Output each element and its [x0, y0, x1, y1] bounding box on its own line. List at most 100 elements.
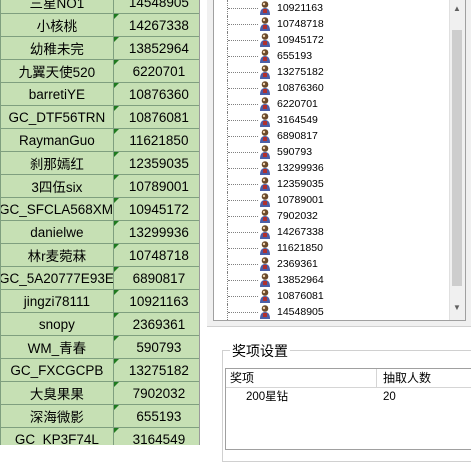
cell-nickname[interactable]: 九翼天使520 — [0, 59, 114, 83]
cell-nickname[interactable]: 大臭果果 — [0, 381, 114, 405]
tree-line — [228, 200, 258, 201]
tree-scrollbar[interactable]: ▲ ▼ — [449, 0, 465, 320]
cell-nickname[interactable]: 刹那嫣红 — [0, 151, 114, 175]
cell-user-id[interactable]: 3164549 — [112, 427, 205, 445]
cell-nickname[interactable]: WM_青春 — [0, 335, 114, 359]
participant-tree[interactable]: 10921163 10748718 10945172 655193 13275182 10… — [213, 0, 466, 321]
cell-nickname[interactable]: RaymanGuo — [0, 128, 114, 152]
cell-nickname[interactable]: 深海微影 — [0, 404, 114, 428]
table-row: danielwe 13299936 — [0, 220, 205, 244]
tree-node-label: 12359035 — [277, 178, 324, 190]
cell-user-id[interactable]: 10876081 — [112, 105, 205, 129]
tree-line — [228, 248, 258, 249]
tree-node[interactable]: 12359035 — [214, 176, 450, 192]
tree-line — [228, 152, 258, 153]
cell-user-id[interactable]: 11621850 — [112, 128, 205, 152]
user-avatar-icon — [257, 128, 273, 144]
cell-nickname[interactable]: GC_DTF56TRN — [0, 105, 114, 129]
tree-line — [228, 24, 258, 25]
tree-line — [228, 104, 258, 105]
cell-nickname[interactable]: GC_5A20777E93E — [0, 266, 114, 290]
scroll-thumb[interactable] — [452, 30, 462, 286]
cell-nickname[interactable]: GC_SFCLA568XM — [0, 197, 114, 221]
cell-user-id[interactable]: 2369361 — [112, 312, 205, 336]
sheet-splitter[interactable] — [199, 0, 205, 445]
tree-node-label: 11621850 — [277, 242, 323, 254]
tree-line — [228, 312, 258, 313]
tree-node[interactable]: 10789001 — [214, 192, 450, 208]
user-avatar-icon — [257, 96, 273, 112]
cell-nickname[interactable]: snopy — [0, 312, 114, 336]
tree-node[interactable]: 7902032 — [214, 208, 450, 224]
tree-node[interactable]: 10945172 — [214, 32, 450, 48]
cell-user-id[interactable]: 7902032 — [112, 381, 205, 405]
cell-user-id[interactable]: 655193 — [112, 404, 205, 428]
tree-node[interactable]: 13852964 — [214, 272, 450, 288]
tree-node[interactable]: 10921163 — [214, 0, 450, 16]
cell-user-id[interactable]: 6890817 — [112, 266, 205, 290]
cell-user-id[interactable]: 13852964 — [112, 36, 205, 60]
tree-node[interactable]: 14267338 — [214, 224, 450, 240]
table-row: 刹那嫣红 12359035 — [0, 151, 205, 175]
prize-row-count[interactable]: 20 — [383, 389, 396, 405]
tree-line — [228, 72, 258, 73]
cell-user-id[interactable]: 10921163 — [112, 289, 205, 313]
column-header-prize[interactable]: 奖项 — [230, 369, 375, 387]
tree-node[interactable]: 3164549 — [214, 112, 450, 128]
cell-user-id[interactable]: 10748718 — [112, 243, 205, 267]
cell-user-id[interactable]: 10876360 — [112, 82, 205, 106]
tree-node[interactable]: 10876081 — [214, 288, 450, 304]
tree-node[interactable]: 10876360 — [214, 80, 450, 96]
prize-row-name[interactable]: 200星钻 — [246, 389, 288, 405]
member-sheet[interactable]: 三星NO1 14548905 小核桃 14267338 幼稚未完 13852964 九翼天使… — [0, 0, 205, 445]
prize-list[interactable]: 奖项 抽取人数 200星钻 20 — [225, 368, 471, 450]
cell-user-id[interactable]: 13275182 — [112, 358, 205, 382]
scroll-up-arrow-icon[interactable]: ▲ — [453, 4, 461, 13]
user-avatar-icon — [257, 80, 273, 96]
tree-node-label: 13299936 — [277, 162, 324, 174]
tree-node[interactable]: 10748718 — [214, 16, 450, 32]
tree-line — [228, 40, 258, 41]
cell-user-id[interactable]: 14267338 — [112, 13, 205, 37]
tree-line — [228, 136, 258, 137]
column-header-draw-count[interactable]: 抽取人数 — [383, 369, 471, 387]
cell-nickname[interactable]: 幼稚未完 — [0, 36, 114, 60]
cell-user-id[interactable]: 10945172 — [112, 197, 205, 221]
cell-user-id[interactable]: 590793 — [112, 335, 205, 359]
user-avatar-icon — [257, 16, 273, 32]
cell-nickname[interactable]: 3四伍six — [0, 174, 114, 198]
tree-node[interactable]: 6220701 — [214, 96, 450, 112]
cell-nickname[interactable]: GC_FXCGCPB — [0, 358, 114, 382]
table-row: snopy 2369361 — [0, 312, 205, 336]
tree-node[interactable]: 11621850 — [214, 240, 450, 256]
cell-nickname[interactable]: GC_KP3F74L — [0, 427, 114, 445]
cell-nickname[interactable]: danielwe — [0, 220, 114, 244]
cell-user-id[interactable]: 13299936 — [112, 220, 205, 244]
cell-user-id[interactable]: 12359035 — [112, 151, 205, 175]
tree-node-label: 2369361 — [277, 258, 318, 270]
tree-line — [228, 56, 258, 57]
tree-node[interactable]: 6890817 — [214, 128, 450, 144]
scroll-down-arrow-icon[interactable]: ▼ — [453, 303, 461, 312]
tree-node[interactable]: 13275182 — [214, 64, 450, 80]
tree-node[interactable]: 13299936 — [214, 160, 450, 176]
cell-nickname[interactable]: 小核桃 — [0, 13, 114, 37]
tree-node-label: 10876360 — [277, 82, 324, 94]
user-avatar-icon — [257, 32, 273, 48]
cell-nickname[interactable]: 三星NO1 — [0, 0, 114, 14]
table-row: 深海微影 655193 — [0, 404, 205, 428]
tree-node[interactable]: 14548905 — [214, 304, 450, 320]
cell-nickname[interactable]: 林r麦菀菻 — [0, 243, 114, 267]
tree-node[interactable]: 655193 — [214, 48, 450, 64]
tree-node-label: 10945172 — [277, 34, 324, 46]
cell-nickname[interactable]: barretiYE — [0, 82, 114, 106]
cell-user-id[interactable]: 14548905 — [112, 0, 205, 14]
cell-user-id[interactable]: 10789001 — [112, 174, 205, 198]
column-divider[interactable] — [376, 369, 377, 387]
table-row: 幼稚未完 13852964 — [0, 36, 205, 60]
cell-nickname[interactable]: jingzi78111 — [0, 289, 114, 313]
tree-node[interactable]: 2369361 — [214, 256, 450, 272]
user-avatar-icon — [257, 112, 273, 128]
tree-node[interactable]: 590793 — [214, 144, 450, 160]
cell-user-id[interactable]: 6220701 — [112, 59, 205, 83]
